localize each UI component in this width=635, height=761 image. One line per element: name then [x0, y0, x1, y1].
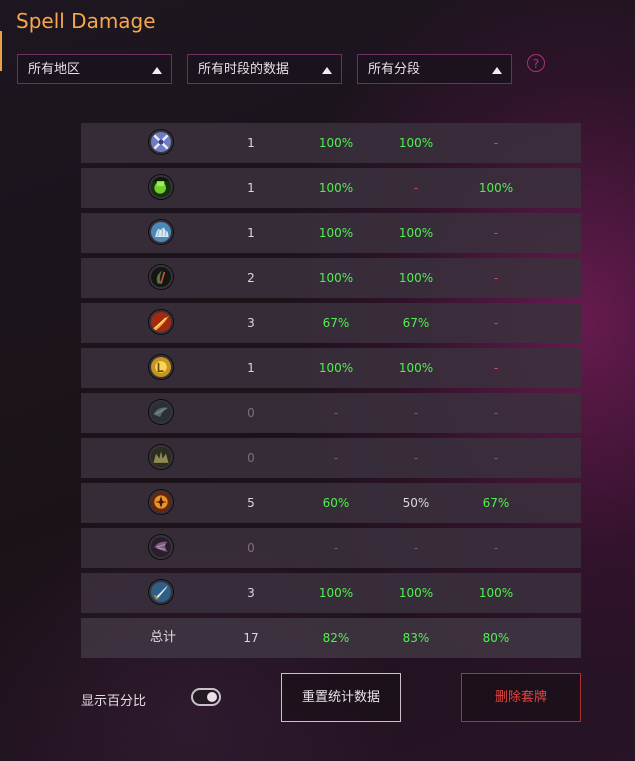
row-percent-3: -: [493, 316, 499, 330]
row-percent-3: -: [493, 451, 499, 465]
row-percent-1: -: [333, 451, 339, 465]
row-percent-1: 100%: [318, 361, 354, 375]
table-row: 5 60% 50% 67%: [81, 483, 581, 523]
row-percent-1: 60%: [322, 496, 350, 510]
row-percent-3: -: [493, 406, 499, 420]
frost-sword-icon: [149, 580, 173, 604]
page-title: Spell Damage: [16, 9, 156, 33]
row-count: 1: [247, 136, 255, 150]
row-percent-1: 100%: [318, 181, 354, 195]
row-count: 1: [247, 361, 255, 375]
row-percent-2: 100%: [398, 226, 434, 240]
row-count: 3: [247, 316, 255, 330]
row-count: 0: [247, 406, 255, 420]
row-percent-2: 67%: [402, 316, 430, 330]
row-percent-2: -: [413, 406, 419, 420]
row-percent-1: 100%: [318, 226, 354, 240]
green-fist-icon: [149, 175, 173, 199]
table-row: 2 100% 100% -: [81, 258, 581, 298]
row-percent-3: -: [493, 541, 499, 555]
table-row: 1 100% 100% -: [81, 123, 581, 163]
region-filter-label: 所有地区: [28, 62, 81, 77]
table-row: 1 100% - 100%: [81, 168, 581, 208]
row-percent-2: -: [413, 181, 419, 195]
row-percent-1: -: [333, 406, 339, 420]
row-count: 1: [247, 226, 255, 240]
table-row: 1 100% 100% -: [81, 213, 581, 253]
row-percent-3: -: [493, 361, 499, 375]
caret-up-icon: [152, 67, 162, 74]
caret-up-icon: [492, 67, 502, 74]
total-label: 总计: [149, 630, 176, 645]
active-section-accent: [0, 31, 2, 71]
show-percent-toggle[interactable]: [191, 688, 221, 706]
void-splash-icon: [149, 535, 173, 559]
table-row: 0 - - -: [81, 528, 581, 568]
row-count: 1: [247, 181, 255, 195]
table-row: 1 100% 100% -: [81, 348, 581, 388]
row-percent-2: -: [413, 541, 419, 555]
total-percent-3: 80%: [482, 631, 510, 645]
row-percent-1: -: [333, 541, 339, 555]
row-count: 5: [247, 496, 255, 510]
total-row: 总计 17 82% 83% 80%: [81, 618, 581, 658]
row-percent-2: 100%: [398, 361, 434, 375]
ice-claw-icon: [149, 220, 173, 244]
caret-up-icon: [322, 67, 332, 74]
delete-deck-button[interactable]: 删除套牌: [461, 673, 581, 722]
row-count: 3: [247, 586, 255, 600]
row-percent-2: 50%: [402, 496, 430, 510]
row-percent-2: 100%: [398, 136, 434, 150]
row-percent-1: 100%: [318, 586, 354, 600]
time-filter-label: 所有时段的数据: [198, 62, 290, 77]
rank-filter-dropdown[interactable]: 所有分段: [357, 54, 512, 84]
crossed-blades-icon: [149, 130, 173, 154]
total-count: 17: [243, 631, 259, 645]
row-count: 0: [247, 541, 255, 555]
total-percent-2: 83%: [402, 631, 430, 645]
row-percent-3: 67%: [482, 496, 510, 510]
fire-slash-icon: [149, 310, 173, 334]
row-percent-1: 67%: [322, 316, 350, 330]
row-percent-3: 100%: [478, 586, 514, 600]
row-percent-2: 100%: [398, 271, 434, 285]
golden-rune-icon: [149, 355, 173, 379]
row-percent-3: -: [493, 226, 499, 240]
shadow-wing-icon: [149, 400, 173, 424]
row-percent-3: -: [493, 136, 499, 150]
dark-crescent-icon: [149, 265, 173, 289]
row-percent-3: 100%: [478, 181, 514, 195]
time-filter-dropdown[interactable]: 所有时段的数据: [187, 54, 342, 84]
total-percent-1: 82%: [322, 631, 350, 645]
toggle-knob: [207, 692, 217, 702]
rank-filter-label: 所有分段: [368, 62, 421, 77]
reset-stats-button[interactable]: 重置统计数据: [281, 673, 401, 722]
region-filter-dropdown[interactable]: 所有地区: [17, 54, 172, 84]
row-percent-1: 100%: [318, 136, 354, 150]
burning-sigil-icon: [149, 490, 173, 514]
spiked-crown-icon: [149, 445, 173, 469]
row-percent-3: -: [493, 271, 499, 285]
row-count: 2: [247, 271, 255, 285]
table-row: 0 - - -: [81, 438, 581, 478]
table-row: 3 100% 100% 100%: [81, 573, 581, 613]
row-percent-2: 100%: [398, 586, 434, 600]
table-row: 0 - - -: [81, 393, 581, 433]
show-percent-label: 显示百分比: [81, 694, 147, 709]
table-row: 3 67% 67% -: [81, 303, 581, 343]
help-icon[interactable]: ?: [527, 54, 545, 72]
stats-table: 1 100% 100% - 1 100% - 100% 1 100% 100% …: [81, 123, 581, 663]
row-percent-2: -: [413, 451, 419, 465]
row-count: 0: [247, 451, 255, 465]
row-percent-1: 100%: [318, 271, 354, 285]
